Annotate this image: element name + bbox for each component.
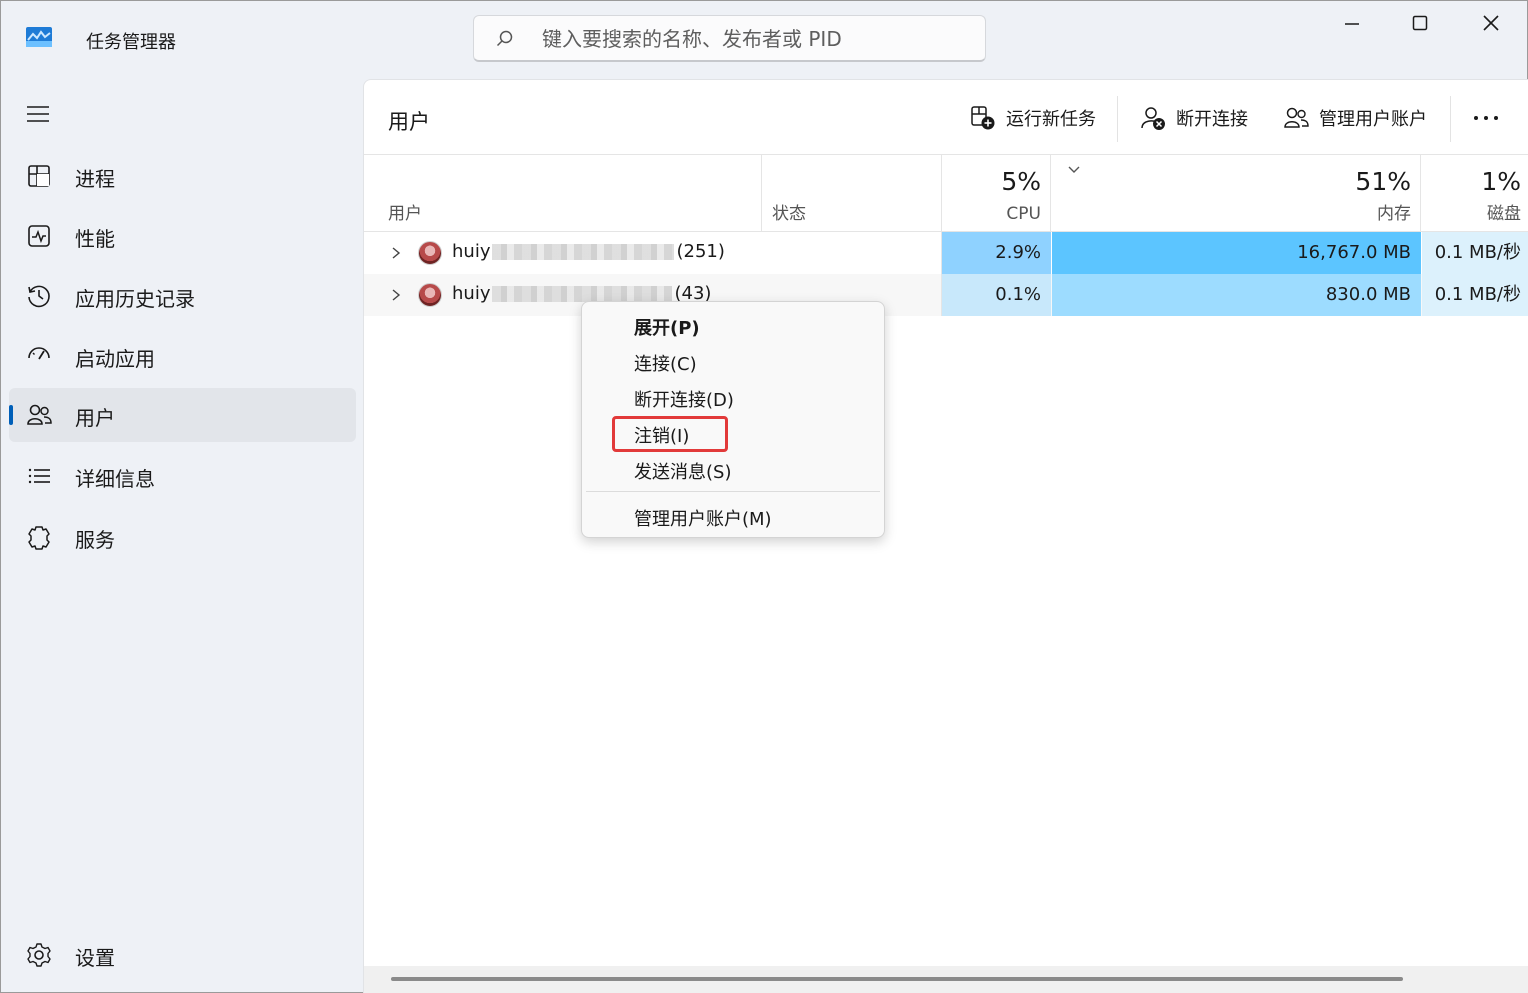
process-count: (251) (676, 241, 725, 262)
menu-item-expand[interactable]: 展开(P) (634, 314, 700, 340)
avatar (418, 241, 442, 265)
startup-icon (28, 347, 50, 360)
users-icon (1284, 107, 1309, 128)
disk-cell: 0.1 MB/秒 (1422, 274, 1528, 316)
memory-cell: 830.0 MB (1052, 274, 1421, 316)
minimize-button[interactable] (1332, 6, 1372, 40)
app-title: 任务管理器 (86, 32, 176, 53)
manage-user-accounts-label: 管理用户账户 (1319, 109, 1427, 130)
annotation-highlight-box (612, 416, 728, 452)
redacted-text (492, 285, 673, 302)
sidebar-item-details[interactable]: 详细信息 (9, 449, 356, 503)
cpu-cell: 2.9% (942, 232, 1051, 274)
sidebar-item-users[interactable]: 用户 (9, 388, 356, 442)
column-label: CPU (1006, 204, 1041, 224)
sidebar-item-label: 性能 (75, 227, 115, 251)
search-icon (496, 30, 513, 47)
column-header-disk[interactable]: 1% 磁盘 (1421, 155, 1528, 232)
sidebar-item-app-history[interactable]: 应用历史记录 (9, 269, 356, 323)
settings-label: 设置 (75, 946, 115, 970)
users-icon (27, 404, 52, 425)
history-icon (28, 285, 50, 308)
column-header-status[interactable]: 状态 (762, 155, 942, 232)
run-new-task-label: 运行新任务 (1006, 109, 1096, 130)
sidebar-item-label: 应用历史记录 (75, 287, 195, 311)
chevron-right-icon[interactable] (390, 245, 402, 261)
close-icon (1483, 15, 1499, 31)
task-manager-app-icon (26, 27, 52, 47)
active-indicator (9, 405, 13, 425)
sidebar-item-startup-apps[interactable]: 启动应用 (9, 329, 356, 383)
menu-item-connect[interactable]: 连接(C) (634, 350, 697, 376)
column-header-memory[interactable]: 51% 内存 (1051, 155, 1421, 232)
details-icon (28, 468, 50, 484)
sidebar-item-label: 启动应用 (75, 347, 155, 371)
menu-item-send-message[interactable]: 发送消息(S) (634, 458, 731, 484)
sidebar-item-label: 进程 (75, 167, 115, 191)
status-cell (762, 232, 942, 274)
avatar (418, 283, 442, 307)
users-panel: 用户 运行新任务 断开连接 管理用户账户 用户 状态 5% CPU 51% 内存… (363, 79, 1528, 993)
disconnect-user-icon (1141, 107, 1165, 130)
column-header-cpu[interactable]: 5% CPU (942, 155, 1051, 232)
page-title: 用户 (388, 110, 430, 134)
toolbar-divider (1450, 96, 1451, 142)
run-new-task-button[interactable]: 运行新任务 (970, 100, 1096, 136)
sidebar-item-performance[interactable]: 性能 (9, 209, 356, 263)
table-row[interactable]: huiy (43) 0.1% 830.0 MB 0.1 MB/秒 (364, 274, 1528, 316)
horizontal-scrollbar-thumb[interactable] (391, 977, 1403, 981)
memory-total-percent: 51% (1355, 167, 1411, 196)
chevron-right-icon[interactable] (390, 287, 402, 303)
sidebar-item-services[interactable]: 服务 (9, 510, 356, 564)
services-icon (28, 526, 50, 550)
sidebar-item-label: 服务 (75, 528, 115, 552)
manage-user-accounts-button[interactable]: 管理用户账户 (1283, 100, 1427, 136)
column-header-user[interactable]: 用户 (364, 155, 762, 232)
cpu-total-percent: 5% (1001, 167, 1041, 196)
disconnect-label: 断开连接 (1176, 109, 1248, 130)
processes-icon (28, 165, 50, 187)
menu-item-manage-user-accounts[interactable]: 管理用户账户(M) (634, 505, 772, 531)
performance-icon (28, 225, 50, 247)
redacted-text (492, 243, 675, 260)
disconnect-button[interactable]: 断开连接 (1140, 100, 1248, 136)
sort-descending-icon (1068, 166, 1080, 173)
disk-total-percent: 1% (1481, 167, 1521, 196)
column-label: 状态 (772, 204, 806, 224)
sidebar-item-label: 详细信息 (75, 467, 155, 491)
sidebar-item-processes[interactable]: 进程 (9, 149, 356, 203)
run-new-task-icon (971, 106, 995, 130)
more-options-icon (1474, 116, 1498, 120)
column-label: 内存 (1377, 204, 1411, 224)
menu-item-disconnect[interactable]: 断开连接(D) (634, 386, 734, 412)
column-label: 磁盘 (1487, 204, 1521, 224)
toolbar-divider (1117, 96, 1118, 142)
sidebar-item-label: 用户 (75, 406, 115, 430)
maximize-icon (1412, 15, 1428, 31)
user-name: huiy (251) (452, 241, 725, 262)
user-name-prefix: huiy (452, 241, 491, 262)
table-row[interactable]: huiy (251) 2.9% 16,767.0 MB 0.1 MB/秒 (364, 232, 1528, 274)
search-box[interactable] (473, 15, 986, 62)
title-bar: 任务管理器 (0, 0, 1528, 78)
maximize-button[interactable] (1400, 6, 1440, 40)
hamburger-menu-icon[interactable] (24, 100, 54, 128)
menu-divider (586, 491, 880, 492)
memory-cell: 16,767.0 MB (1052, 232, 1421, 274)
cpu-cell: 0.1% (942, 274, 1051, 316)
user-name-prefix: huiy (452, 283, 491, 304)
column-label: 用户 (388, 204, 422, 224)
disk-cell: 0.1 MB/秒 (1422, 232, 1528, 274)
search-input[interactable] (542, 16, 972, 61)
more-options-button[interactable] (1468, 102, 1504, 134)
sidebar-item-settings[interactable]: 设置 (9, 928, 356, 982)
gear-icon (27, 943, 51, 967)
close-button[interactable] (1471, 6, 1511, 40)
minimize-icon (1345, 23, 1359, 25)
